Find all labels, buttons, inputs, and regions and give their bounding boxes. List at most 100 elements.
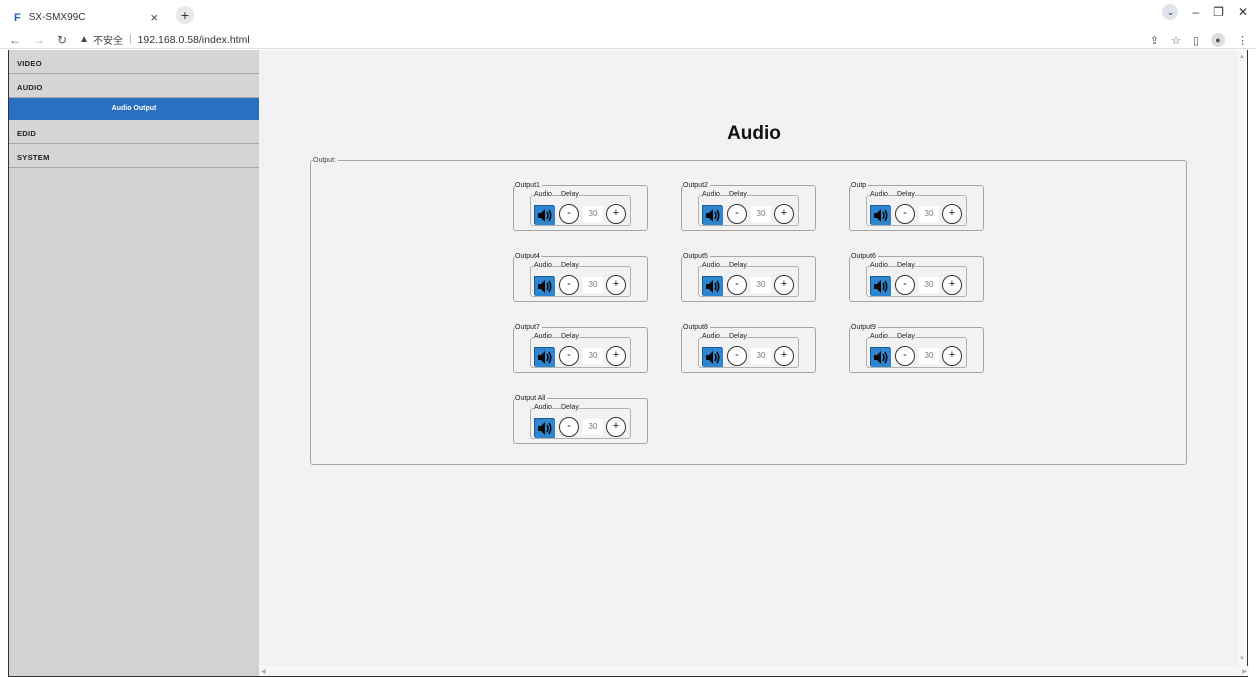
delay-value-field[interactable]: 30 (919, 277, 939, 293)
output-card: Output8 Audio Delay -30 + (681, 324, 816, 373)
output-card: Output6 Audio Delay -30 + (849, 253, 984, 302)
delay-value-field[interactable]: 30 (751, 348, 771, 364)
delay-decrease-button[interactable]: - (559, 417, 579, 437)
delay-decrease-button[interactable]: - (895, 346, 915, 366)
delay-decrease-button[interactable]: - (559, 346, 579, 366)
delay-decrease-button[interactable]: - (727, 204, 747, 224)
output-controls: Audio Delay -30 + (698, 191, 799, 226)
speaker-icon[interactable] (702, 347, 723, 367)
sidebar-item-system[interactable]: SYSTEM (9, 144, 259, 168)
sidebar-item-audio[interactable]: AUDIO (9, 74, 259, 98)
delay-decrease-button[interactable]: - (559, 204, 579, 224)
scroll-right-icon[interactable]: ▶ (1242, 668, 1247, 675)
speaker-icon[interactable] (870, 347, 891, 367)
url-separator: | (128, 34, 132, 45)
speaker-icon[interactable] (702, 205, 723, 225)
toolbar-actions: ⇪ ☆ ▯ ● ⋮ (1150, 31, 1248, 49)
scroll-up-icon[interactable]: ▲ (1239, 54, 1245, 60)
scroll-left-icon[interactable]: ◀ (261, 668, 266, 675)
output-name: Output4 (515, 253, 542, 260)
delay-value-field[interactable]: 30 (583, 206, 603, 222)
side-panel-icon[interactable]: ▯ (1193, 34, 1199, 47)
restore-icon[interactable]: ❐ (1213, 5, 1224, 19)
delay-decrease-button[interactable]: - (895, 204, 915, 224)
audio-label: Audio (534, 333, 552, 340)
output-card: Output5 Audio Delay -30 + (681, 253, 816, 302)
delay-value-field[interactable]: 30 (583, 419, 603, 435)
output-controls: Audio Delay -30 + (866, 191, 967, 226)
more-menu-icon[interactable]: ⋮ (1237, 34, 1248, 47)
delay-increase-button[interactable]: + (606, 204, 626, 224)
delay-value-field[interactable]: 30 (751, 277, 771, 293)
scroll-down-icon[interactable]: ▼ (1239, 656, 1245, 662)
output-name: Outp (851, 182, 869, 189)
delay-value-field[interactable]: 30 (919, 348, 939, 364)
delay-label: Delay (729, 191, 747, 198)
sidebar-item-video[interactable]: VIDEO (9, 50, 259, 74)
share-icon[interactable]: ⇪ (1150, 34, 1159, 47)
delay-value-field[interactable]: 30 (583, 277, 603, 293)
output-name: Output9 (851, 324, 878, 331)
delay-value-field[interactable]: 30 (751, 206, 771, 222)
tab-close-icon[interactable]: × (150, 10, 158, 25)
minimize-icon[interactable]: – (1192, 5, 1199, 19)
page-title: Audio (727, 123, 781, 144)
back-arrow-icon[interactable]: ← (9, 33, 21, 47)
profile-icon[interactable]: ● (1211, 33, 1225, 47)
audio-label: Audio (870, 191, 888, 198)
new-tab-button[interactable]: + (176, 6, 194, 24)
star-icon[interactable]: ☆ (1171, 34, 1181, 47)
delay-value-field[interactable]: 30 (919, 206, 939, 222)
vertical-scrollbar[interactable]: ▲ ▼ (1237, 50, 1247, 666)
delay-decrease-button[interactable]: - (727, 346, 747, 366)
main-panel: Audio Output: Output1 Audio Delay -30 + Outpu… (259, 50, 1249, 676)
output-name: Output7 (515, 324, 542, 331)
browser-tab[interactable]: F SX-SMX99C × (6, 4, 166, 31)
output-card: Output All Audio Delay -30 + (513, 395, 648, 444)
output-controls: Audio Delay -30 + (866, 333, 967, 368)
browser-tab-bar: F SX-SMX99C × + ⌄ – ❐ ✕ (0, 0, 1256, 31)
delay-increase-button[interactable]: + (774, 275, 794, 295)
forward-arrow-icon[interactable]: → (33, 33, 45, 47)
security-label[interactable]: 不安全 (93, 32, 123, 47)
reload-icon[interactable]: ↻ (57, 33, 67, 47)
window-close-icon[interactable]: ✕ (1238, 5, 1248, 19)
tab-search-icon[interactable]: ⌄ (1162, 4, 1179, 20)
speaker-icon[interactable] (534, 276, 555, 296)
output-name: Output5 (683, 253, 710, 260)
output-name: Output8 (683, 324, 710, 331)
speaker-icon[interactable] (534, 418, 555, 438)
delay-increase-button[interactable]: + (606, 275, 626, 295)
delay-increase-button[interactable]: + (606, 346, 626, 366)
delay-value-field[interactable]: 30 (583, 348, 603, 364)
delay-increase-button[interactable]: + (942, 275, 962, 295)
delay-label: Delay (897, 191, 915, 198)
delay-increase-button[interactable]: + (774, 204, 794, 224)
delay-decrease-button[interactable]: - (727, 275, 747, 295)
audio-label: Audio (534, 404, 552, 411)
horizontal-scrollbar[interactable]: ◀ ▶ (259, 666, 1249, 676)
favicon-icon: F (14, 11, 21, 24)
warning-icon[interactable]: ▲ (79, 34, 89, 45)
sidebar-subitem-audio-output[interactable]: Audio Output (9, 98, 259, 120)
url-field[interactable]: ▲ 不安全 | 192.168.0.58/index.html (79, 32, 250, 48)
delay-label: Delay (561, 404, 579, 411)
delay-label: Delay (897, 333, 915, 340)
delay-increase-button[interactable]: + (774, 346, 794, 366)
speaker-icon[interactable] (534, 205, 555, 225)
delay-decrease-button[interactable]: - (559, 275, 579, 295)
speaker-icon[interactable] (870, 276, 891, 296)
audio-label: Audio (534, 191, 552, 198)
audio-label: Audio (702, 262, 720, 269)
speaker-icon[interactable] (870, 205, 891, 225)
delay-increase-button[interactable]: + (942, 346, 962, 366)
delay-increase-button[interactable]: + (942, 204, 962, 224)
url-text[interactable]: 192.168.0.58/index.html (138, 34, 250, 46)
delay-increase-button[interactable]: + (606, 417, 626, 437)
output-card: Output1 Audio Delay -30 + (513, 182, 648, 231)
speaker-icon[interactable] (534, 347, 555, 367)
delay-decrease-button[interactable]: - (895, 275, 915, 295)
sidebar-item-edid[interactable]: EDID (9, 120, 259, 144)
address-bar: ← → ↻ ▲ 不安全 | 192.168.0.58/index.html ⇪ … (0, 31, 1256, 49)
speaker-icon[interactable] (702, 276, 723, 296)
